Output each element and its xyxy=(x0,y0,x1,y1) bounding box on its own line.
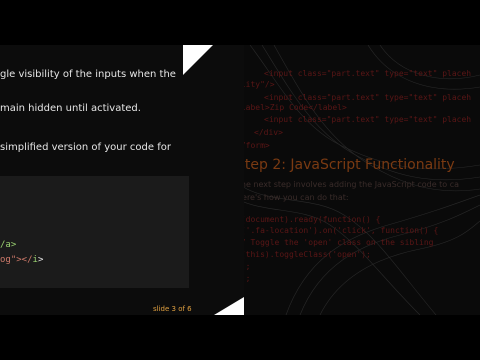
video-frame: gle visibility of the inputs when the ma… xyxy=(0,45,480,315)
code-line: </form> xyxy=(244,141,270,150)
code-line: <input class="part.text" type="text" pla… xyxy=(264,115,472,124)
code-line: ality"/> xyxy=(244,80,275,89)
code-line: og"></i> xyxy=(0,255,43,265)
paragraph-line: Here's how you can do that: xyxy=(244,193,349,202)
code-token: /a> xyxy=(0,240,17,250)
corner-triangle-bottom xyxy=(214,297,244,315)
code-line: <label>Zip Code</label> xyxy=(244,103,347,112)
bullet-text: simplified version of your code for xyxy=(0,142,171,153)
code-line: $('.fa-location').on('click', function()… xyxy=(244,226,439,235)
code-line: <input class="part.text" type="text" pla… xyxy=(264,69,472,78)
paragraph-line: The next step involves adding the JavaSc… xyxy=(244,180,460,189)
corner-triangle-top xyxy=(183,45,213,75)
right-slide: <input class="part.text" type="text" pla… xyxy=(244,45,480,315)
code-block: /a> og"></i> xyxy=(0,176,189,288)
section-heading: Step 2: JavaScript Functionality xyxy=(244,157,455,173)
code-line: }); xyxy=(244,274,251,283)
bullet-text: gle visibility of the inputs when the xyxy=(0,69,176,80)
code-line: <input class="part.text" type="text" pla… xyxy=(264,93,472,102)
code-token: og"></ xyxy=(0,255,33,265)
code-line: }); xyxy=(244,262,251,271)
code-line: $(document).ready(function() { xyxy=(244,215,381,224)
left-slide: gle visibility of the inputs when the ma… xyxy=(0,45,244,315)
code-line: </div> xyxy=(254,128,283,137)
code-line: /a> xyxy=(0,240,16,250)
code-line: // Toggle the 'open' class on the siblin… xyxy=(244,238,434,247)
code-line: $(this).toggleClass('open'); xyxy=(244,250,371,259)
bullet-text: main hidden until activated. xyxy=(0,103,141,114)
slide-counter: slide 3 of 6 xyxy=(153,305,192,313)
code-token: > xyxy=(37,255,44,265)
